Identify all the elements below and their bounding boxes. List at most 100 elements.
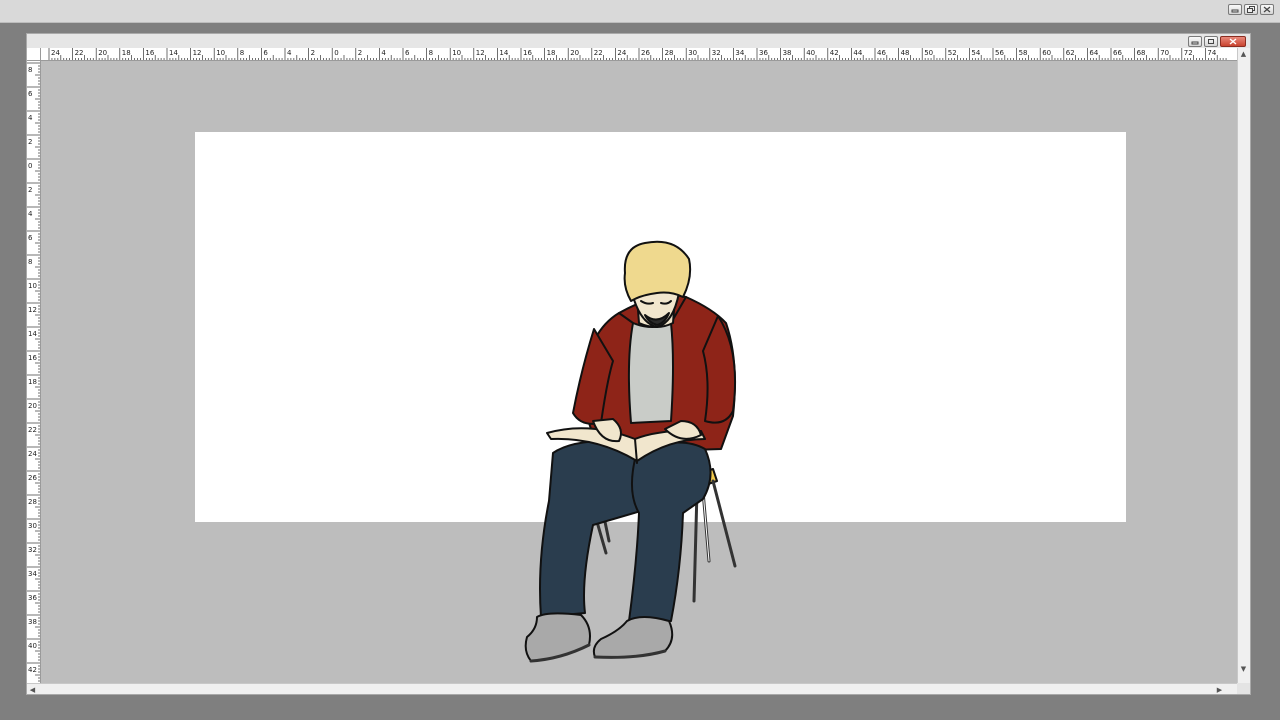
- ruler-label: 18: [28, 378, 37, 386]
- ruler-label: 12: [476, 49, 485, 57]
- document-close-button[interactable]: [1220, 36, 1246, 47]
- scroll-up-arrow[interactable]: ▲: [1238, 48, 1249, 59]
- ruler-label: 36: [28, 594, 37, 602]
- ruler-label: 2: [358, 49, 362, 57]
- ruler-label: 38: [28, 618, 37, 626]
- ruler-label: 44: [853, 49, 862, 57]
- ruler-label: 8: [28, 258, 32, 266]
- ruler-label: 48: [901, 49, 910, 57]
- ruler-label: 46: [877, 49, 886, 57]
- vertical-scrollbar[interactable]: ▲ ▼: [1237, 48, 1250, 685]
- ruler-label: 16: [523, 49, 532, 57]
- ruler-label: 24: [617, 49, 626, 57]
- vertical-ruler[interactable]: 8 6 4 2 0 2 4 6 8 10 12 14 16 18 20 22 24 26 28 30 32 34 36 38 4…: [27, 61, 41, 685]
- document-window-controls: [1188, 36, 1246, 47]
- ruler-label: 34: [28, 570, 37, 578]
- ruler-label: 68: [1137, 49, 1146, 57]
- ruler-label: 6: [263, 49, 268, 57]
- document-window: 24 22 20 18 16 14 12 10 8 6 4 2 0 2 4 6 8 10 12 14 16 18 20 22 2…: [26, 33, 1251, 695]
- ruler-label: 34: [735, 49, 744, 57]
- maximize-icon: [1208, 39, 1214, 44]
- ruler-label: 2: [28, 138, 32, 146]
- ruler-label: 74: [1207, 49, 1216, 57]
- ruler-label: 18: [122, 49, 131, 57]
- ruler-label: 10: [452, 49, 461, 57]
- ruler-label: 66: [1113, 49, 1122, 57]
- ruler-label: 20: [570, 49, 579, 57]
- application-title-bar: [0, 0, 1280, 23]
- app-minimize-button[interactable]: [1228, 4, 1242, 15]
- ruler-label: 40: [806, 49, 815, 57]
- horizontal-ruler[interactable]: 24 22 20 18 16 14 12 10 8 6 4 2 0 2 4 6 8 10 12 14 16 18 20 22 2…: [41, 48, 1239, 61]
- ruler-label: 70: [1160, 49, 1169, 57]
- minimize-icon: [1231, 9, 1239, 12]
- ruler-origin[interactable]: [27, 48, 41, 61]
- ruler-label: 10: [216, 49, 225, 57]
- close-icon: [1229, 38, 1237, 45]
- resize-grip[interactable]: [1237, 683, 1250, 694]
- app-restore-button[interactable]: [1244, 4, 1258, 15]
- left-shoe: [524, 612, 591, 662]
- ruler-label: 8: [240, 49, 244, 57]
- ruler-label: 32: [712, 49, 721, 57]
- document-minimize-button[interactable]: [1188, 36, 1202, 47]
- ruler-label: 4: [287, 49, 292, 57]
- ruler-label: 72: [1184, 49, 1193, 57]
- ruler-label: 4: [381, 49, 386, 57]
- close-icon: [1263, 6, 1271, 13]
- ruler-label: 14: [169, 49, 178, 57]
- ruler-label: 6: [28, 90, 33, 98]
- ruler-label: 36: [759, 49, 768, 57]
- ruler-label: 24: [28, 450, 37, 458]
- scroll-down-arrow[interactable]: ▼: [1238, 663, 1249, 674]
- ruler-label: 50: [924, 49, 933, 57]
- ruler-label: 18: [547, 49, 556, 57]
- ruler-label: 2: [28, 186, 32, 194]
- document-maximize-button[interactable]: [1204, 36, 1218, 47]
- ruler-label: 22: [28, 426, 37, 434]
- ruler-label: 22: [75, 49, 84, 57]
- chair-leg: [692, 489, 711, 603]
- ruler-label: 60: [1042, 49, 1051, 57]
- ruler-label: 6: [28, 234, 33, 242]
- ruler-label: 62: [1066, 49, 1075, 57]
- ruler-label: 42: [830, 49, 839, 57]
- app-window-controls: [1228, 4, 1274, 15]
- ruler-label: 58: [1019, 49, 1028, 57]
- chair-leg-highlight: [702, 490, 710, 562]
- right-jeans-leg: [628, 441, 712, 622]
- horizontal-scrollbar[interactable]: ◀ ▶: [27, 683, 1239, 694]
- ruler-label: 56: [995, 49, 1004, 57]
- canvas-area[interactable]: [41, 61, 1239, 685]
- ruler-label: 2: [311, 49, 315, 57]
- vertical-ruler-ticks: 8642024681012141618202224262830323436384…: [27, 62, 40, 685]
- ruler-label: 30: [28, 522, 37, 530]
- minimize-icon: [1191, 41, 1199, 44]
- ruler-label: 6: [405, 49, 410, 57]
- ruler-label: 32: [28, 546, 37, 554]
- ruler-label: 28: [28, 498, 37, 506]
- chair-leg: [711, 479, 737, 568]
- ruler-label: 22: [594, 49, 603, 57]
- ruler-label: 16: [145, 49, 154, 57]
- ruler-label: 8: [28, 66, 32, 74]
- blond-hair: [623, 240, 692, 302]
- ruler-label: 30: [688, 49, 697, 57]
- ruler-label: 16: [28, 354, 37, 362]
- ruler-label: 10: [28, 282, 37, 290]
- ruler-label: 64: [1089, 49, 1098, 57]
- scroll-right-arrow[interactable]: ▶: [1214, 684, 1225, 695]
- document-title-bar: [27, 34, 1250, 48]
- ruler-label: 0: [28, 162, 32, 170]
- ruler-label: 0: [334, 49, 338, 57]
- ruler-label: 26: [641, 49, 650, 57]
- ruler-label: 28: [665, 49, 674, 57]
- horizontal-ruler-ticks: 24 22 20 18 16 14 12 10 8 6 4 2 0 2 4 6 8 10 12 14 16 18 20 22 2…: [48, 48, 1227, 60]
- scroll-left-arrow[interactable]: ◀: [27, 684, 38, 695]
- ruler-label: 26: [28, 474, 37, 482]
- app-close-button[interactable]: [1260, 4, 1274, 15]
- ruler-label: 14: [28, 330, 37, 338]
- reading-person-illustration[interactable]: [41, 61, 1239, 685]
- grey-tshirt: [627, 322, 674, 424]
- ruler-label: 8: [429, 49, 433, 57]
